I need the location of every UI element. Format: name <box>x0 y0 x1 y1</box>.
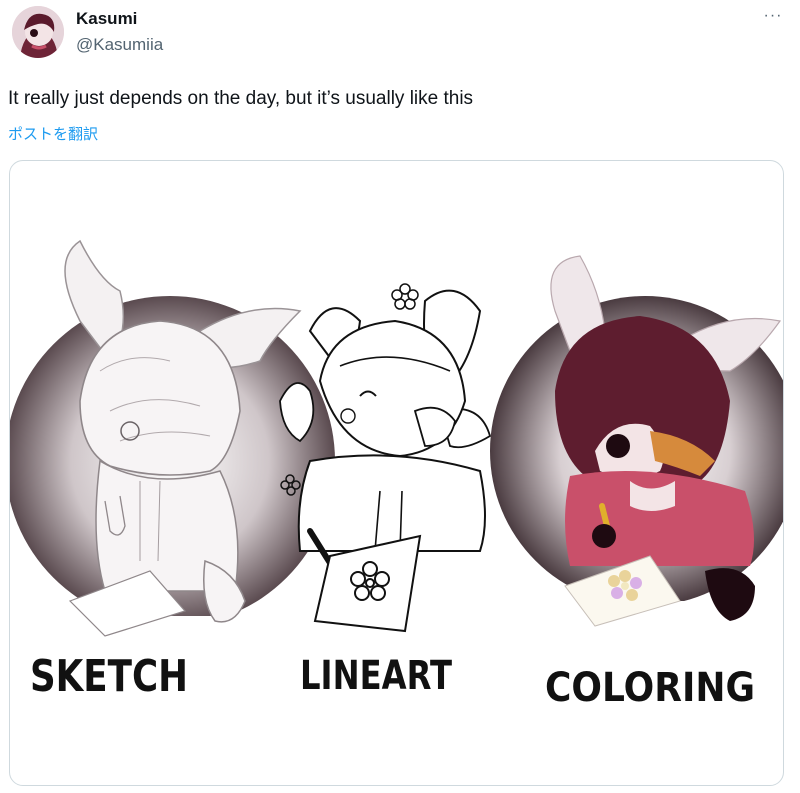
avatar-portrait <box>12 6 64 58</box>
caption-coloring: COLORING <box>545 665 755 711</box>
caption-lineart: LINEART <box>300 653 453 699</box>
more-options-button[interactable]: ··· <box>760 4 786 28</box>
translate-post-link[interactable]: ポストを翻訳 <box>8 123 98 144</box>
author-handle[interactable]: @Kasumiia <box>76 35 163 55</box>
sketch-lineart-coloring-illustration: SKETCH LINEART COLORING <box>10 239 783 711</box>
sketch-figure <box>10 239 335 637</box>
tweet: Kasumi @Kasumiia ··· It really just depe… <box>0 0 800 793</box>
coloring-figure <box>480 255 783 631</box>
more-dots-icon: ··· <box>763 7 783 24</box>
avatar[interactable] <box>12 6 64 58</box>
post-text: It really just depends on the day, but i… <box>8 88 474 109</box>
caption-sketch: SKETCH <box>30 651 188 702</box>
author-name[interactable]: Kasumi <box>76 9 137 29</box>
post-media[interactable]: SKETCH LINEART COLORING <box>9 160 784 786</box>
